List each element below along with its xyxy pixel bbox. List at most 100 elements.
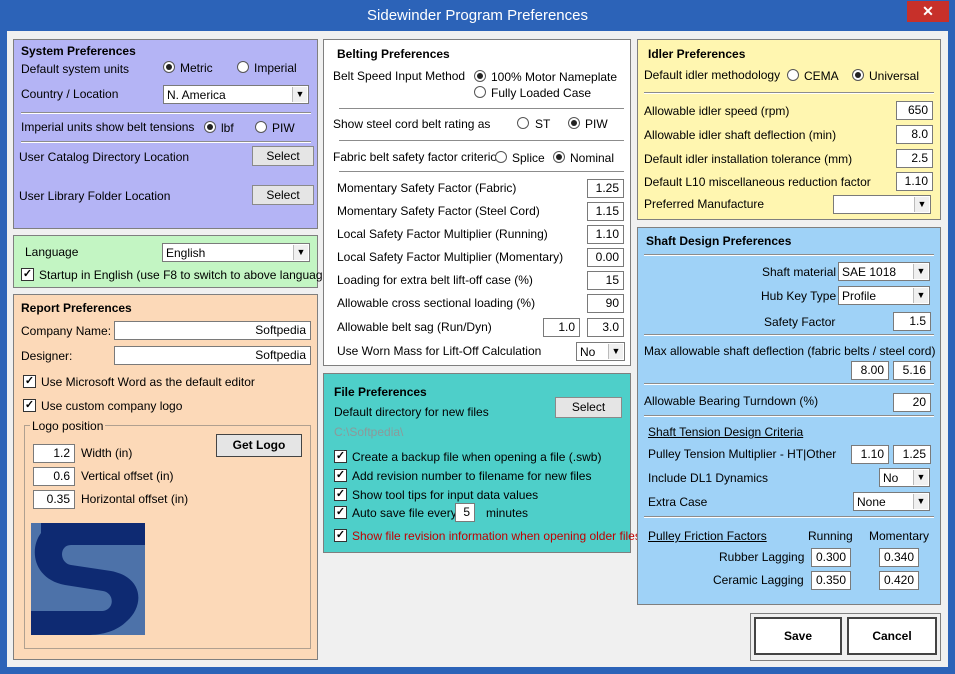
safety-factor-input[interactable]: 1.5 — [893, 312, 931, 331]
speed-loaded-radio[interactable] — [474, 86, 486, 98]
sag-dynamic-input[interactable]: 3.0 — [587, 318, 624, 337]
worn-mass-select[interactable]: No ▼ — [576, 342, 625, 361]
dialog-client: System Preferences Default system units … — [7, 31, 948, 667]
close-button[interactable]: ✕ — [907, 1, 949, 22]
use-word-label: Use Microsoft Word as the default editor — [41, 375, 255, 389]
directory-select-button[interactable]: Select — [555, 397, 622, 418]
idler-method-label: Default idler methodology — [644, 68, 781, 82]
speed-nameplate-radio[interactable] — [474, 70, 486, 82]
startup-english-checkbox[interactable]: ✓ — [21, 268, 34, 281]
designer-input[interactable]: Softpedia — [114, 346, 311, 365]
belting-row-label: Momentary Safety Factor (Fabric) — [337, 181, 517, 195]
tooltips-label: Show tool tips for input data values — [352, 488, 539, 502]
logo-position-label: Logo position — [30, 419, 106, 433]
idler-deflection-input[interactable]: 8.0 — [896, 125, 933, 144]
nominal-radio[interactable] — [553, 151, 565, 163]
idler-tolerance-input[interactable]: 2.5 — [896, 149, 933, 168]
sag-running-input[interactable]: 1.0 — [543, 318, 580, 337]
country-select[interactable]: N. America ▼ — [163, 85, 309, 104]
get-logo-button[interactable]: Get Logo — [216, 434, 302, 457]
company-logo-image — [31, 523, 145, 635]
manufacture-select[interactable]: ▼ — [833, 195, 931, 214]
piw-radio[interactable] — [255, 121, 267, 133]
st-radio[interactable] — [517, 117, 529, 129]
universal-radio[interactable] — [852, 69, 864, 81]
shaft-design-panel: Shaft Design Preferences Shaft material … — [637, 227, 941, 605]
save-button[interactable]: Save — [754, 617, 842, 655]
worn-mass-value: No — [580, 345, 596, 359]
deflection-fabric-input[interactable]: 8.00 — [851, 361, 889, 380]
rubber-momentary-input[interactable]: 0.340 — [879, 548, 919, 567]
tooltips-checkbox[interactable]: ✓ — [334, 488, 347, 501]
pulley-other-input[interactable]: 1.25 — [893, 445, 931, 464]
metric-radio[interactable] — [163, 61, 175, 73]
idler-row-label: Default L10 miscellaneous reduction fact… — [644, 175, 871, 189]
ceramic-momentary-input[interactable]: 0.420 — [879, 571, 919, 590]
rubber-lagging-label: Rubber Lagging — [719, 550, 805, 564]
tension-label: Imperial units show belt tensions — [21, 120, 195, 134]
imperial-label: Imperial — [254, 61, 297, 75]
autosave-minutes-input[interactable]: 5 — [455, 503, 475, 522]
revision-info-checkbox[interactable]: ✓ — [334, 529, 347, 542]
lbf-radio[interactable] — [204, 121, 216, 133]
cancel-button[interactable]: Cancel — [847, 617, 937, 655]
splice-radio[interactable] — [495, 151, 507, 163]
catalog-select-button[interactable]: Select — [252, 146, 314, 166]
lift-off-loading-input[interactable]: 15 — [587, 271, 624, 290]
l10-factor-input[interactable]: 1.10 — [896, 172, 933, 191]
speed-loaded-label: Fully Loaded Case — [491, 86, 592, 100]
file-preferences-panel: File Preferences Default directory for n… — [323, 373, 641, 553]
backup-checkbox[interactable]: ✓ — [334, 450, 347, 463]
lbf-label: lbf — [221, 121, 234, 135]
language-panel: Language English ▼ ✓ Startup in English (… — [13, 235, 333, 288]
shaft-tension-heading: Shaft Tension Design Criteria — [648, 425, 804, 439]
country-value: N. America — [167, 88, 226, 102]
ceramic-running-input[interactable]: 0.350 — [811, 571, 851, 590]
logo-width-input[interactable]: 1.2 — [33, 444, 75, 463]
shaft-material-label: Shaft material — [762, 265, 837, 279]
minutes-label: minutes — [486, 506, 529, 520]
bearing-turndown-input[interactable]: 20 — [893, 393, 931, 412]
local-running-input[interactable]: 1.10 — [587, 225, 624, 244]
hub-key-select[interactable]: Profile ▼ — [838, 286, 930, 305]
steel-rating-label: Show steel cord belt rating as — [333, 117, 491, 131]
company-label: Company Name: — [21, 324, 112, 338]
local-momentary-input[interactable]: 0.00 — [587, 248, 624, 267]
autosave-checkbox[interactable]: ✓ — [334, 506, 347, 519]
momentary-header: Momentary — [869, 529, 930, 543]
use-logo-label: Use custom company logo — [41, 399, 183, 413]
revision-info-label: Show file revision information when open… — [352, 529, 641, 543]
universal-label: Universal — [869, 69, 920, 83]
extra-case-select[interactable]: None ▼ — [853, 492, 930, 511]
report-preferences-panel: Report Preferences Company Name: Softped… — [13, 294, 318, 660]
idler-speed-input[interactable]: 650 — [896, 101, 933, 120]
language-select[interactable]: English ▼ — [162, 243, 310, 262]
divider — [644, 92, 934, 94]
library-select-button[interactable]: Select — [252, 185, 314, 205]
imperial-radio[interactable] — [237, 61, 249, 73]
dl1-select[interactable]: No ▼ — [879, 468, 930, 487]
safety-factor-label: Safety Factor — [764, 315, 836, 329]
shaft-title: Shaft Design Preferences — [646, 234, 792, 248]
deflection-steel-input[interactable]: 5.16 — [893, 361, 931, 380]
pulley-ht-input[interactable]: 1.10 — [851, 445, 889, 464]
rubber-running-input[interactable]: 0.300 — [811, 548, 851, 567]
use-word-checkbox[interactable]: ✓ — [23, 375, 36, 388]
shaft-material-select[interactable]: SAE 1018 ▼ — [838, 262, 930, 281]
use-logo-checkbox[interactable]: ✓ — [23, 399, 36, 412]
company-name-input[interactable]: Softpedia — [114, 321, 311, 340]
divider — [644, 383, 934, 385]
piw-rating-radio[interactable] — [568, 117, 580, 129]
pulley-multiplier-label: Pulley Tension Multiplier - HT|Other — [648, 447, 837, 461]
logo-horizontal-input[interactable]: 0.35 — [33, 490, 75, 509]
belting-title: Belting Preferences — [337, 47, 450, 61]
divider — [21, 112, 311, 114]
momentary-steel-input[interactable]: 1.15 — [587, 202, 624, 221]
logo-vertical-input[interactable]: 0.6 — [33, 467, 75, 486]
shaft-deflection-label: Max allowable shaft deflection (fabric b… — [644, 344, 936, 358]
momentary-fabric-input[interactable]: 1.25 — [587, 179, 624, 198]
cema-radio[interactable] — [787, 69, 799, 81]
cross-section-input[interactable]: 90 — [587, 294, 624, 313]
divider — [339, 140, 624, 142]
revision-number-checkbox[interactable]: ✓ — [334, 469, 347, 482]
